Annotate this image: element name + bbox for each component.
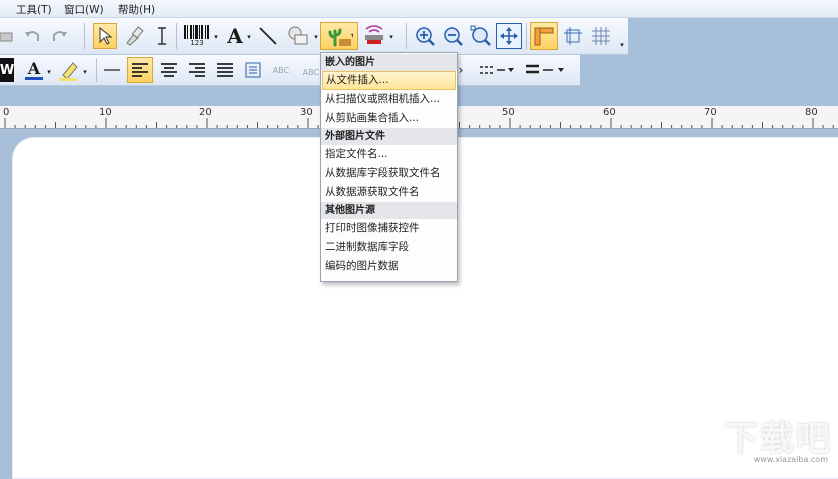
ruler-label: 60 [603, 107, 616, 118]
ruler-label: 10 [99, 107, 112, 118]
menu-header-other: 其他图片源 [321, 202, 457, 219]
fit-page-button[interactable] [496, 23, 522, 49]
shape-dropdown[interactable]: ▾ [313, 32, 319, 42]
line-weight-select[interactable] [524, 60, 568, 80]
line-weight-icon [526, 64, 564, 74]
ruler-label: 30 [300, 107, 313, 118]
zoom-out-icon [444, 27, 463, 46]
invert-text-button[interactable]: W [0, 58, 14, 82]
menu-item-from-scanner[interactable]: 从扫描仪或照相机插入... [321, 90, 457, 109]
fit-arrows-icon [500, 27, 518, 45]
barcode-icon [184, 25, 209, 39]
menu-header-external: 外部图片文件 [321, 128, 457, 145]
shapes-icon [288, 26, 308, 45]
ruler-toggle-button[interactable] [530, 22, 558, 50]
line-style-button[interactable] [102, 58, 122, 82]
fit-text-button[interactable] [240, 57, 266, 83]
i-beam-icon [158, 27, 166, 45]
menu-item-specify-filename[interactable]: 指定文件名... [321, 145, 457, 164]
rfid-tool-button[interactable] [360, 23, 388, 49]
line-tool-button[interactable] [255, 23, 281, 49]
line-icon [259, 27, 277, 45]
zoom-fit-icon [470, 25, 491, 46]
fit-text-icon [245, 62, 261, 78]
justify-icon [217, 63, 233, 77]
dash-style-select[interactable] [478, 60, 516, 80]
menu-item-print-capture[interactable]: 打印时图像捕获控件 [321, 219, 457, 238]
format-toolbar: W A ▾ ▾ ABC ABC › [0, 55, 580, 86]
redo-icon [53, 31, 67, 41]
grid-toggle-button[interactable] [588, 23, 614, 49]
align-center-icon [161, 63, 177, 77]
text-dropdown[interactable]: ▾ [246, 32, 252, 42]
zoom-out-button[interactable] [440, 23, 466, 49]
crosshair-icon [564, 27, 582, 45]
picture-cactus-icon: ▾ [328, 28, 353, 47]
ruler-label: 80 [805, 107, 818, 118]
grid-icon [592, 27, 610, 45]
dash-style-icon [480, 66, 514, 74]
main-toolbar: 123 ▾ A ▾ ▾ ▾ ▾ [0, 18, 628, 55]
highlighter-icon [59, 62, 78, 81]
font-color-icon: A [27, 58, 41, 78]
format-painter-button[interactable] [121, 23, 147, 49]
select-pointer-button[interactable] [93, 23, 117, 49]
align-right-button[interactable] [184, 57, 210, 83]
svg-text:▾: ▾ [351, 31, 353, 40]
barcode-button[interactable]: 123 [181, 22, 213, 50]
menu-item-from-clipboard[interactable]: 从剪贴画集合插入... [321, 109, 457, 128]
menu-window[interactable]: 窗口(W) [64, 2, 104, 17]
picture-insert-menu: 嵌入的图片 从文件插入... 从扫描仪或照相机插入... 从剪贴画集合插入...… [320, 52, 458, 282]
menu-header-embedded: 嵌入的图片 [321, 54, 457, 71]
align-center-button[interactable] [156, 57, 182, 83]
text-tool-icon[interactable]: A [224, 23, 246, 49]
ruler-icon [534, 27, 554, 46]
align-right-icon [189, 63, 205, 77]
undo-button[interactable] [20, 24, 44, 48]
menu-tools[interactable]: 工具(T) [16, 2, 52, 17]
brush-icon [126, 26, 144, 46]
justify-button[interactable] [212, 57, 238, 83]
menu-help[interactable]: 帮助(H) [118, 2, 155, 17]
text-cursor-button[interactable] [152, 23, 172, 49]
ruler-label: 20 [199, 107, 212, 118]
rfid-icon [365, 25, 383, 44]
zoom-in-button[interactable] [412, 23, 438, 49]
watermark-logo: 下载吧 [724, 419, 832, 459]
font-color-swatch [25, 76, 43, 80]
align-left-icon [132, 63, 148, 77]
print-icon[interactable] [0, 25, 14, 47]
barcode-dropdown[interactable]: ▾ [213, 32, 219, 42]
rfid-dropdown[interactable]: ▾ [388, 32, 394, 42]
zoom-in-icon [416, 27, 435, 46]
redo-button[interactable] [48, 24, 72, 48]
font-color-button[interactable]: A [22, 58, 46, 82]
picture-tool-button[interactable]: ▾ [320, 22, 358, 50]
font-color-dropdown[interactable]: ▾ [46, 67, 52, 77]
align-left-button[interactable] [127, 57, 153, 83]
menu-item-binary-field[interactable]: 二进制数据库字段 [321, 238, 457, 257]
ruler-label: 50 [502, 107, 515, 118]
barcode-digits: 123 [190, 39, 204, 47]
snap-button[interactable] [560, 23, 586, 49]
highlight-button[interactable] [56, 58, 82, 82]
menu-bar: 工具(T) 窗口(W) 帮助(H) [0, 0, 838, 18]
ruler-label: 70 [704, 107, 717, 118]
menu-item-from-datasource[interactable]: 从数据源获取文件名 [321, 183, 457, 202]
menu-item-encoded-data[interactable]: 编码的图片数据 [321, 257, 457, 276]
undo-icon [25, 31, 39, 41]
toolbar-overflow[interactable]: ▾ [618, 40, 626, 50]
shape-tool-button[interactable] [284, 23, 312, 49]
ruler-label: 0 [3, 107, 10, 118]
line-style-icon [104, 69, 120, 71]
menu-item-from-file[interactable]: 从文件插入... [322, 71, 456, 90]
pointer-icon [99, 27, 112, 45]
zoom-fit-button[interactable] [468, 23, 494, 49]
menu-item-from-db-field[interactable]: 从数据库字段获取文件名 [321, 164, 457, 183]
watermark-url: www.xiazaiba.com [753, 455, 828, 464]
text-arc-button[interactable]: ABC [268, 59, 294, 81]
highlight-dropdown[interactable]: ▾ [82, 67, 88, 77]
